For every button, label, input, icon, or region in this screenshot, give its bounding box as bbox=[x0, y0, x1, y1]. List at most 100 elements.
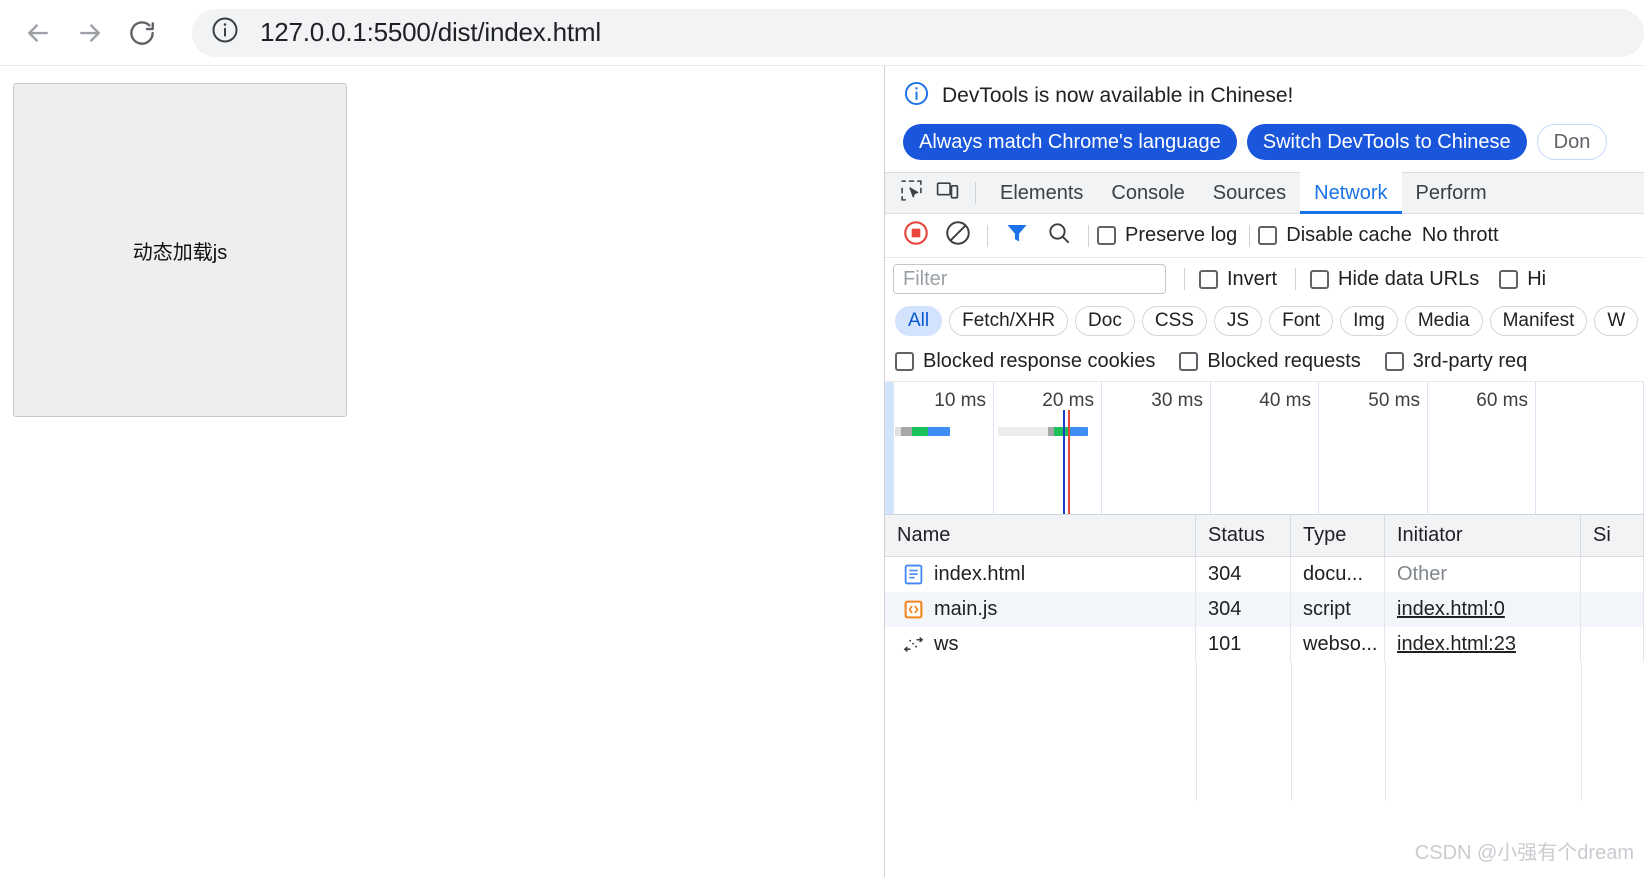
column-divider bbox=[1291, 662, 1292, 801]
tab-sources[interactable]: Sources bbox=[1199, 172, 1300, 214]
checkbox-box bbox=[1384, 352, 1404, 371]
filter-input[interactable] bbox=[893, 264, 1166, 294]
chip-doc[interactable]: Doc bbox=[1075, 306, 1135, 336]
timeline-selection-window[interactable] bbox=[885, 382, 893, 514]
throttling-select[interactable]: No thrott bbox=[1422, 224, 1499, 247]
column-header-type[interactable]: Type bbox=[1291, 514, 1385, 557]
cell-initiator: Other bbox=[1385, 557, 1581, 592]
column-header-size[interactable]: Si bbox=[1581, 514, 1644, 557]
filter-divider bbox=[1184, 268, 1185, 290]
search-icon bbox=[1046, 220, 1072, 251]
forward-button[interactable] bbox=[68, 11, 112, 55]
address-bar[interactable]: 127.0.0.1:5500/dist/index.html bbox=[192, 8, 1644, 57]
blocked-requests-checkbox[interactable]: Blocked requests bbox=[1179, 350, 1361, 373]
chip-fetch-xhr[interactable]: Fetch/XHR bbox=[949, 306, 1069, 336]
table-row[interactable]: main.js 304 script index.html:0 bbox=[885, 592, 1644, 627]
third-party-requests-checkbox[interactable]: 3rd-party req bbox=[1384, 350, 1528, 373]
dynamic-content-box: 动态加载js bbox=[13, 83, 347, 417]
chip-css[interactable]: CSS bbox=[1141, 306, 1207, 336]
disable-cache-checkbox[interactable]: Disable cache bbox=[1258, 224, 1412, 247]
preserve-log-checkbox[interactable]: Preserve log bbox=[1097, 224, 1237, 247]
network-toolbar: Preserve log Disable cache No thrott bbox=[885, 214, 1644, 258]
tab-network[interactable]: Network bbox=[1300, 172, 1402, 214]
chip-media[interactable]: Media bbox=[1404, 306, 1483, 336]
banner-message: DevTools is now available in Chinese! bbox=[942, 84, 1294, 107]
request-name: index.html bbox=[934, 563, 1026, 585]
chip-ws[interactable]: W bbox=[1594, 306, 1639, 336]
back-button[interactable] bbox=[16, 11, 60, 55]
watermark: CSDN @小强有个dream bbox=[1414, 842, 1634, 864]
tabbar-divider bbox=[975, 182, 976, 204]
cell-status: 304 bbox=[1196, 592, 1291, 627]
cell-name: main.js bbox=[885, 592, 1196, 627]
invert-checkbox[interactable]: Invert bbox=[1199, 268, 1277, 291]
waterfall-segment-download bbox=[1070, 427, 1088, 436]
cell-type: script bbox=[1291, 592, 1385, 627]
checkbox-box bbox=[895, 352, 914, 371]
search-button[interactable] bbox=[1038, 217, 1080, 255]
dont-show-again-button[interactable]: Don bbox=[1536, 124, 1608, 160]
hide-data-urls-label: Hide data URLs bbox=[1338, 267, 1480, 290]
network-timeline-overview[interactable]: 10 ms 20 ms 30 ms 40 ms 50 ms 60 ms bbox=[885, 382, 1644, 515]
cell-name: index.html bbox=[885, 557, 1196, 592]
tab-console[interactable]: Console bbox=[1097, 172, 1198, 214]
hide-extension-urls-checkbox[interactable]: Hi bbox=[1499, 268, 1546, 291]
filter-funnel-icon bbox=[1004, 220, 1030, 251]
chip-manifest[interactable]: Manifest bbox=[1489, 306, 1588, 336]
devtools-panel: DevTools is now available in Chinese! Al… bbox=[885, 66, 1644, 877]
tab-elements[interactable]: Elements bbox=[986, 172, 1097, 214]
timeline-gridline bbox=[1535, 382, 1536, 514]
waterfall-segment-download bbox=[928, 427, 950, 436]
initiator-link[interactable]: index.html:0 bbox=[1397, 598, 1505, 621]
timeline-tick-20ms: 20 ms bbox=[1042, 390, 1094, 411]
script-icon bbox=[903, 599, 924, 620]
hide-data-urls-checkbox[interactable]: Hide data URLs bbox=[1310, 268, 1479, 291]
inspect-element-button[interactable] bbox=[893, 176, 929, 210]
document-icon bbox=[903, 564, 924, 585]
table-row[interactable]: index.html 304 docu... Other bbox=[885, 557, 1644, 592]
reload-button[interactable] bbox=[120, 11, 164, 55]
cell-initiator: index.html:0 bbox=[1385, 592, 1581, 627]
reload-icon bbox=[127, 18, 157, 48]
column-header-status[interactable]: Status bbox=[1196, 514, 1291, 557]
switch-devtools-to-chinese-button[interactable]: Switch DevTools to Chinese bbox=[1246, 124, 1527, 160]
checkbox-box bbox=[1097, 226, 1116, 245]
cell-status: 304 bbox=[1196, 557, 1291, 592]
device-toolbar-button[interactable] bbox=[929, 176, 965, 210]
banner-message-row: DevTools is now available in Chinese! bbox=[893, 80, 1644, 112]
chip-all[interactable]: All bbox=[895, 306, 943, 336]
filter-divider-2 bbox=[1295, 268, 1297, 290]
chip-js[interactable]: JS bbox=[1213, 306, 1263, 336]
always-match-chrome-language-button[interactable]: Always match Chrome's language bbox=[903, 124, 1237, 160]
timeline-tick-10ms: 10 ms bbox=[934, 390, 986, 411]
initiator-link[interactable]: index.html:23 bbox=[1397, 633, 1516, 656]
waterfall-segment-stall bbox=[901, 427, 912, 436]
blocked-filters-row: Blocked response cookies Blocked request… bbox=[885, 342, 1644, 382]
cell-status: 101 bbox=[1196, 627, 1291, 662]
waterfall-bar bbox=[895, 427, 950, 436]
tab-performance[interactable]: Perform bbox=[1402, 172, 1501, 214]
banner-buttons-row: Always match Chrome's language Switch De… bbox=[893, 124, 1644, 160]
column-header-initiator[interactable]: Initiator bbox=[1385, 514, 1581, 557]
chip-img[interactable]: Img bbox=[1340, 306, 1398, 336]
chip-font[interactable]: Font bbox=[1269, 306, 1334, 336]
record-button[interactable] bbox=[895, 217, 937, 255]
waterfall-bar bbox=[998, 427, 1088, 436]
filter-row: Invert Hide data URLs Hi bbox=[885, 258, 1644, 300]
blocked-response-cookies-checkbox[interactable]: Blocked response cookies bbox=[895, 350, 1155, 373]
table-row[interactable]: ws 101 webso... index.html:23 bbox=[885, 627, 1644, 662]
timeline-gridline bbox=[1318, 382, 1319, 514]
waterfall-segment-queue bbox=[998, 427, 1048, 436]
third-party-requests-label: 3rd-party req bbox=[1412, 350, 1528, 372]
timeline-tick-60ms: 60 ms bbox=[1476, 390, 1528, 411]
clear-button[interactable] bbox=[937, 217, 979, 255]
column-divider bbox=[1581, 662, 1582, 801]
checkbox-box bbox=[1499, 269, 1519, 289]
info-circle-icon[interactable] bbox=[210, 15, 240, 50]
filter-toggle-button[interactable] bbox=[996, 217, 1038, 255]
checkbox-box bbox=[1199, 269, 1218, 289]
checkbox-box bbox=[1258, 226, 1278, 245]
column-header-name[interactable]: Name bbox=[885, 514, 1196, 557]
devtools-tabbar: Elements Console Sources Network Perform bbox=[885, 172, 1644, 214]
network-request-table: Name Status Type Initiator Si index.html… bbox=[885, 514, 1644, 801]
